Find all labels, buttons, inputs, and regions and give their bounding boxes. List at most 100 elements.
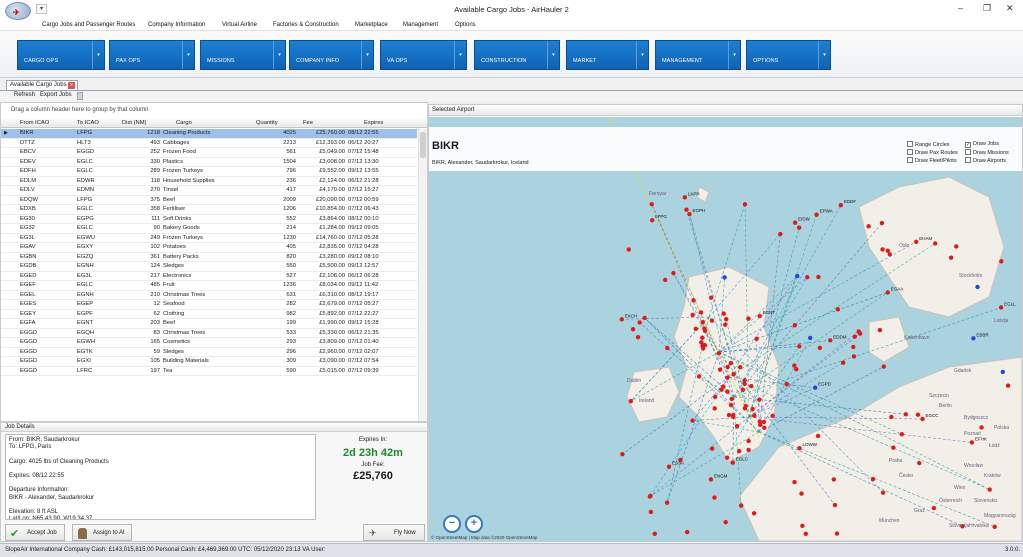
table-row[interactable]: EGEY EGPF 62 Clothing 982 £5,892.00 07/12 22:2… (1, 310, 417, 319)
airport-marker[interactable] (795, 273, 800, 279)
table-row[interactable]: EGAV EGXY 102 Potatoes 405 £2,835.00 07/12 04:… (1, 243, 417, 253)
airport-marker[interactable] (840, 360, 846, 365)
ribbon-pax-ops[interactable]: PAX OPS ▾ (109, 40, 195, 70)
table-row[interactable]: EDLM EDWR 118 Household Supplies 236 £2,124.0… (1, 177, 417, 186)
airport-marker[interactable] (931, 505, 937, 511)
airport-marker[interactable] (784, 381, 789, 387)
checkbox-box-icon[interactable] (907, 157, 913, 163)
airport-marker[interactable] (700, 346, 706, 351)
airport-marker[interactable] (831, 477, 837, 482)
accept-job-button[interactable]: ✔ Accept Job (5, 524, 65, 541)
airport-marker[interactable] (757, 313, 762, 319)
table-row[interactable]: EDLV EDMN 270 Tinsel 417 £4,170.00 07/12 15:27 (1, 186, 417, 196)
table-row[interactable]: EDXB EGLC 358 Fertiliser 1206 £10,854.00 07/12… (1, 205, 417, 215)
airport-marker[interactable] (664, 500, 670, 505)
grid-scrollbar[interactable] (418, 129, 427, 421)
airport-marker[interactable] (889, 414, 894, 420)
airport-marker[interactable] (662, 277, 668, 283)
airport-marker[interactable] (761, 419, 767, 425)
airport-marker[interactable] (696, 374, 702, 379)
airport-marker[interactable] (684, 529, 690, 535)
airport-marker[interactable] (671, 270, 676, 276)
table-row[interactable]: DTTZ HLT3 493 Cabbages 2213 £12,393.00 06/12 2… (1, 139, 417, 148)
airport-marker[interactable] (738, 365, 743, 370)
airport-marker[interactable] (725, 364, 730, 370)
zoom-in-button[interactable]: + (465, 515, 483, 533)
airport-marker[interactable] (975, 284, 980, 290)
airport-marker[interactable] (792, 323, 798, 328)
airport-marker[interactable] (728, 360, 734, 366)
airport-marker[interactable] (721, 384, 726, 389)
airport-marker[interactable] (933, 241, 938, 246)
airport-marker[interactable] (915, 412, 921, 417)
airport-marker[interactable] (920, 416, 925, 422)
airport-marker[interactable] (792, 220, 798, 225)
airport-marker[interactable] (757, 419, 762, 424)
col-dist[interactable]: Dist (NM) (122, 120, 146, 126)
dropdown-arrow-icon[interactable]: ▾ (728, 41, 740, 69)
table-row[interactable]: EGBN EGZQ 361 Battery Packs 820 £3,280.00 09/1… (1, 253, 417, 262)
zoom-out-button[interactable]: − (443, 515, 461, 533)
airport-marker[interactable] (712, 495, 717, 500)
airport-marker[interactable] (642, 315, 647, 321)
airport-marker[interactable] (736, 448, 742, 454)
airport-marker[interactable] (731, 372, 736, 377)
airport-marker[interactable] (752, 413, 757, 418)
col-fee[interactable]: Fee (303, 120, 313, 126)
airport-marker[interactable] (626, 247, 631, 252)
ribbon-va-ops[interactable]: VA OPS ▾ (380, 40, 467, 70)
col-cargo[interactable]: Cargo (176, 120, 192, 126)
airport-marker[interactable] (815, 433, 821, 439)
refresh-button[interactable]: Refresh (14, 92, 35, 98)
airport-marker[interactable] (816, 274, 821, 280)
table-row[interactable]: EDQW LFPG 375 Beef 2009 £20,090.00 07/12 00:59 (1, 196, 417, 205)
table-row[interactable]: EGFA EGNT 203 Beef 199 £1,990.00 09/12 15:28 (1, 319, 417, 329)
airport-marker[interactable] (870, 476, 876, 482)
checkbox-draw-airports[interactable]: Draw Airports (965, 157, 1006, 164)
airport-marker[interactable] (722, 275, 727, 280)
airport-marker[interactable] (838, 202, 844, 208)
airport-marker[interactable] (948, 255, 954, 260)
airport-marker[interactable] (728, 402, 734, 408)
minimize-button[interactable]: – (958, 3, 963, 13)
airport-marker[interactable] (852, 334, 857, 339)
airport-marker[interactable] (724, 455, 730, 460)
maximize-button[interactable]: ❐ (983, 3, 991, 14)
airport-marker[interactable] (723, 322, 728, 327)
table-row[interactable]: EGGD EGXI 105 Building Materials 309 £3,090.0… (1, 357, 417, 367)
airport-marker[interactable] (723, 519, 728, 525)
dropdown-arrow-icon[interactable]: ▾ (636, 41, 648, 69)
airport-marker[interactable] (691, 298, 696, 303)
airport-marker[interactable] (749, 383, 754, 389)
airport-marker[interactable] (828, 338, 833, 343)
map-canvas[interactable]: Føroyar Oslo Stockholm København Ireland Berl… (429, 117, 1022, 541)
col-expires[interactable]: Expires (364, 120, 383, 126)
table-row[interactable]: EGGD LFRC 197 Tea 590 £5,015.00 07/12 09:39 (1, 367, 417, 376)
dropdown-arrow-icon[interactable]: ▾ (92, 41, 104, 69)
airport-marker[interactable] (750, 406, 755, 412)
airport-marker[interactable] (730, 460, 735, 465)
table-row[interactable]: EGES EGEP 12 Seafood 282 £2,679.00 07/12 05:27 (1, 300, 417, 310)
ribbon-construction[interactable]: CONSTRUCTION ▾ (474, 40, 560, 70)
airport-marker[interactable] (1000, 369, 1005, 375)
airport-marker[interactable] (709, 446, 715, 451)
ribbon-missions[interactable]: MISSIONS ▾ (200, 40, 286, 70)
ribbon-market[interactable]: MARKET ▾ (566, 40, 649, 70)
dropdown-arrow-icon[interactable]: ▾ (454, 41, 466, 69)
airport-marker[interactable] (716, 351, 722, 356)
airport-marker[interactable] (702, 326, 707, 331)
airport-marker[interactable] (726, 412, 732, 418)
col-from[interactable]: From ICAO (20, 120, 49, 126)
ribbon-cargo-ops[interactable]: CARGO OPS ▾ (17, 40, 105, 70)
airport-marker[interactable] (690, 312, 695, 318)
table-row[interactable]: EGEL EGNH 210 Christmas Trees 631 £6,310.00 08… (1, 291, 417, 300)
airport-marker[interactable] (746, 447, 751, 453)
airport-marker[interactable] (805, 275, 810, 280)
table-row[interactable]: EDFH EGLC 289 Frozen Turkeys 796 £9,552.00 09/… (1, 167, 417, 177)
airport-marker[interactable] (887, 252, 892, 257)
airport-marker[interactable] (835, 307, 841, 312)
airport-marker[interactable] (738, 503, 744, 508)
airport-marker[interactable] (881, 364, 887, 369)
airport-marker[interactable] (832, 502, 838, 508)
airport-marker[interactable] (700, 320, 706, 325)
